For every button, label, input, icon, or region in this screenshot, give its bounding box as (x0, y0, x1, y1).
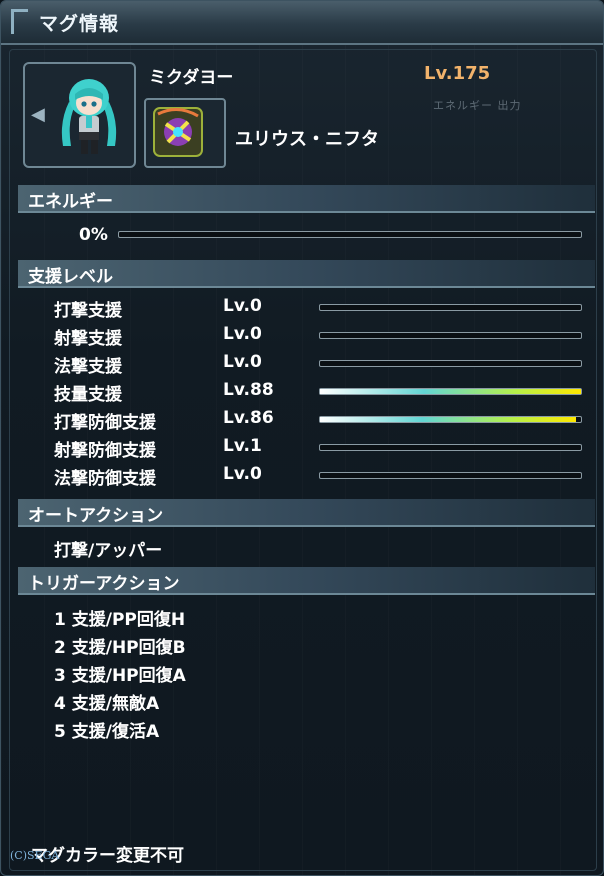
energy-header-label: エネルギー (28, 192, 113, 212)
photon-blast-icon (153, 107, 203, 157)
mag-portrait[interactable]: ◀ (23, 62, 136, 168)
support-label: 打撃支援 (54, 301, 122, 321)
support-level: Lv.0 (223, 324, 262, 344)
title-bar[interactable]: マグ情報 (1, 1, 603, 45)
support-label: 技量支援 (54, 385, 122, 405)
support-label: 射撃防御支援 (54, 441, 156, 461)
trigger-action-item: 1 支援/PP回復H (54, 610, 186, 630)
support-gauge-fill (320, 389, 581, 394)
title-accent-icon (11, 9, 28, 34)
support-gauge (319, 304, 582, 311)
trigger-action-item: 2 支援/HP回復B (54, 638, 186, 658)
support-label: 法撃支援 (54, 357, 122, 377)
support-gauge (319, 444, 582, 451)
support-level: Lv.86 (223, 408, 274, 428)
trigger-action-item: 5 支援/復活A (54, 722, 160, 742)
copyright: (C)SEGA (10, 849, 60, 862)
support-level: Lv.0 (223, 352, 262, 372)
support-level: Lv.0 (223, 464, 262, 484)
mag-level: Lv.175 (424, 63, 491, 84)
support-gauge (319, 472, 582, 479)
trigger-action-item: 3 支援/HP回復A (54, 666, 186, 686)
auto-action-header-label: オートアクション (28, 506, 164, 526)
mag-character-icon (61, 79, 117, 154)
auto-action-header: オートアクション (18, 499, 595, 527)
trigger-action-header-label: トリガーアクション (28, 574, 180, 594)
window-title: マグ情報 (39, 13, 120, 35)
trigger-action-header: トリガーアクション (18, 567, 595, 595)
support-gauge (319, 360, 582, 367)
energy-header: エネルギー (18, 185, 595, 213)
mag-type: ユリウス・ニフタ (235, 129, 379, 150)
photon-blast-icon-frame[interactable] (144, 98, 226, 168)
energy-percent: 0% (79, 225, 108, 245)
support-gauge-fill (320, 417, 576, 422)
auto-action-value: 打撃/アッパー (54, 541, 163, 561)
support-gauge (319, 416, 582, 423)
support-level-header: 支援レベル (18, 260, 595, 288)
support-level: Lv.0 (223, 296, 262, 316)
support-level: Lv.88 (223, 380, 274, 400)
support-label: 打撃防御支援 (54, 413, 156, 433)
energy-gauge (118, 231, 582, 238)
support-level: Lv.1 (223, 436, 262, 456)
support-level-header-label: 支援レベル (28, 267, 113, 287)
support-label: 射撃支援 (54, 329, 122, 349)
trigger-action-item: 4 支援/無敵A (54, 694, 160, 714)
support-label: 法撃防御支援 (54, 469, 156, 489)
background-text: エネルギー 出力 (433, 99, 522, 112)
mag-name: ミクダヨー (149, 68, 234, 88)
mag-info-window: マグ情報 ◀ ミクダヨー Lv.175 ユリウス・ニフタ エネルギー 出力 エネ… (0, 0, 604, 876)
arrow-left-icon[interactable]: ◀ (31, 104, 45, 125)
support-gauge (319, 332, 582, 339)
support-gauge (319, 388, 582, 395)
